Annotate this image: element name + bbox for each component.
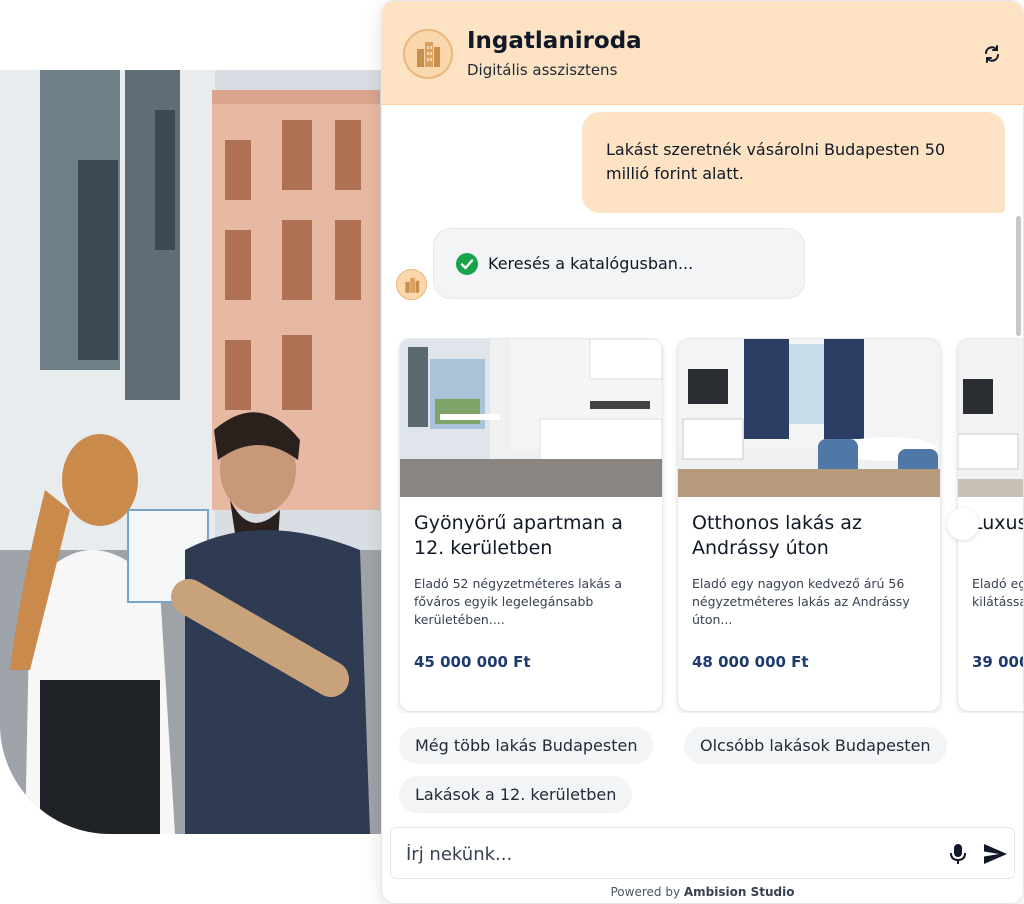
card-description: Eladó egy nagyon kedvező árú 56 négyzetm…: [692, 576, 910, 627]
card-title: Luxus… gyönyörű…: [972, 512, 1023, 534]
message-input[interactable]: [391, 828, 948, 880]
card-description: Eladó egy… négyzetméteres… kilátással…: [972, 576, 1023, 609]
suggestion-chip[interactable]: Még több lakás Budapesten: [399, 727, 654, 764]
user-message: Lakást szeretnék vásárolni Budapesten 50…: [582, 112, 1005, 213]
send-button[interactable]: [981, 840, 1009, 868]
chat-title: Ingatlaniroda: [467, 28, 642, 54]
microphone-button[interactable]: [947, 842, 969, 866]
property-card[interactable]: Gyönyörű apartman a 12. kerületben Eladó…: [399, 338, 663, 712]
card-price: 48 000 000 Ft: [692, 653, 809, 671]
card-price: 45 000 000 Ft: [414, 653, 531, 671]
carousel-next-button[interactable]: [947, 508, 979, 540]
suggestion-chip[interactable]: Lakások a 12. kerületben: [399, 776, 633, 813]
suggestion-chip[interactable]: Olcsóbb lakások Budapesten: [684, 727, 947, 764]
card-price: 39 000 000 Ft: [972, 653, 1023, 671]
card-description: Eladó 52 négyzetméteres lakás a főváros …: [414, 576, 623, 627]
messages-scrollbar[interactable]: [1016, 216, 1021, 336]
property-carousel: Gyönyörű apartman a 12. kerületben Eladó…: [382, 338, 1023, 713]
microphone-icon: [950, 844, 966, 864]
bot-message: Keresés a katalógusban...: [433, 228, 805, 299]
powered-by-prefix: Powered by: [610, 885, 681, 899]
refresh-button[interactable]: [979, 41, 1005, 67]
agency-avatar: [403, 29, 453, 79]
property-photo: [958, 339, 1023, 497]
bot-avatar: [396, 269, 427, 300]
send-icon: [984, 844, 1007, 864]
card-title: Gyönyörű apartman a 12. kerületben: [414, 512, 623, 559]
chat-widget: Ingatlaniroda Digitális asszisztens Laká…: [381, 0, 1024, 904]
hero-photo: [0, 70, 420, 834]
property-card[interactable]: Otthonos lakás az Andrássy úton Eladó eg…: [677, 338, 941, 712]
chat-subtitle: Digitális asszisztens: [467, 61, 618, 79]
refresh-icon: [985, 45, 999, 63]
check-circle-icon: [456, 252, 478, 275]
message-input-box: [390, 827, 1015, 880]
chat-header: Ingatlaniroda Digitális asszisztens: [382, 1, 1023, 105]
powered-by: Powered by Ambision Studio: [382, 885, 1023, 899]
powered-by-brand[interactable]: Ambision Studio: [684, 885, 795, 899]
property-photo: [678, 339, 940, 497]
bot-message-text: Keresés a katalógusban...: [488, 254, 694, 273]
building-icon: [417, 42, 440, 67]
building-icon: [404, 277, 419, 293]
card-title: Otthonos lakás az Andrássy úton: [692, 512, 862, 559]
property-photo: [400, 339, 662, 497]
